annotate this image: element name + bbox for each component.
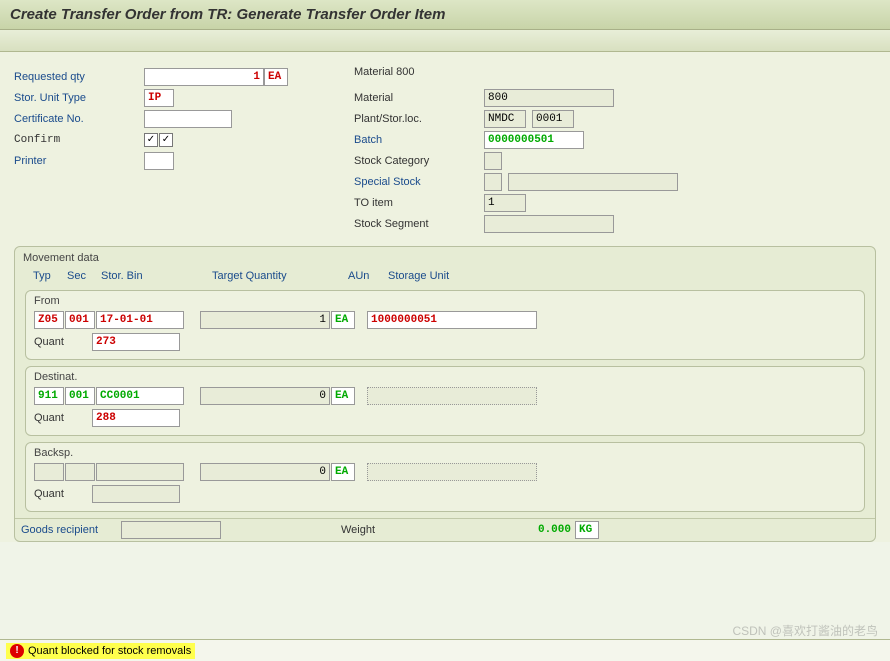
special-stock-label: Special Stock	[354, 176, 484, 188]
from-title: From	[34, 295, 856, 307]
special-stock-field	[484, 173, 502, 191]
material-field	[484, 89, 614, 107]
movement-data-title: Movement data	[15, 247, 875, 268]
batch-field[interactable]	[484, 131, 584, 149]
backsp-subgroup: Backsp. Quant	[25, 442, 865, 512]
to-item-field	[484, 194, 526, 212]
error-icon: !	[10, 644, 24, 658]
movement-data-group: Movement data Typ Sec Stor. Bin Target Q…	[14, 246, 876, 542]
confirm-label: Confirm	[14, 134, 144, 146]
dest-sec-field[interactable]	[65, 387, 95, 405]
header-form: Requested qty Stor. Unit Type Certificat…	[14, 66, 876, 234]
printer-label: Printer	[14, 155, 144, 167]
dest-uom-field[interactable]	[331, 387, 355, 405]
plant-sloc-label: Plant/Stor.loc.	[354, 113, 484, 125]
dest-typ-field[interactable]	[34, 387, 64, 405]
back-sec-field	[65, 463, 95, 481]
back-bin-field	[96, 463, 184, 481]
status-bar: ! Quant blocked for stock removals	[0, 639, 890, 661]
hdr-aun: AUn	[348, 270, 382, 282]
movement-headers: Typ Sec Stor. Bin Target Quantity AUn St…	[15, 268, 875, 286]
right-column: Material 800 Material Plant/Stor.loc. Ba…	[354, 66, 876, 234]
back-uom-field[interactable]	[331, 463, 355, 481]
movement-footer: Goods recipient Weight 0.000	[15, 518, 875, 541]
stock-segment-label: Stock Segment	[354, 218, 484, 230]
confirm-check-2[interactable]: ✓	[159, 133, 173, 147]
status-message: Quant blocked for stock removals	[28, 645, 191, 657]
hdr-typ: Typ	[33, 270, 61, 282]
printer-field[interactable]	[144, 152, 174, 170]
from-quant-label: Quant	[34, 336, 92, 348]
title-bar: Create Transfer Order from TR: Generate …	[0, 0, 890, 30]
stock-category-field	[484, 152, 502, 170]
weight-label: Weight	[341, 524, 461, 536]
from-typ-field[interactable]	[34, 311, 64, 329]
content-area: Requested qty Stor. Unit Type Certificat…	[0, 52, 890, 542]
requested-qty-uom-field[interactable]	[264, 68, 288, 86]
special-stock-ref-field	[508, 173, 678, 191]
dest-quant-label: Quant	[34, 412, 92, 424]
dest-title: Destinat.	[34, 371, 856, 383]
from-qty-field	[200, 311, 330, 329]
weight-uom-field[interactable]	[575, 521, 599, 539]
to-item-label: TO item	[354, 197, 484, 209]
watermark-text: CSDN @喜欢打酱油的老鸟	[732, 622, 878, 639]
hdr-target-qty: Target Quantity	[212, 270, 342, 282]
dest-subgroup: Destinat. Quant	[25, 366, 865, 436]
backsp-title: Backsp.	[34, 447, 856, 459]
dest-quant-field[interactable]	[92, 409, 180, 427]
from-sec-field[interactable]	[65, 311, 95, 329]
stock-category-label: Stock Category	[354, 155, 484, 167]
batch-label: Batch	[354, 134, 484, 146]
left-column: Requested qty Stor. Unit Type Certificat…	[14, 66, 344, 234]
certificate-no-label: Certificate No.	[14, 113, 144, 125]
confirm-check-1[interactable]: ✓	[144, 133, 158, 147]
back-quant-label: Quant	[34, 488, 92, 500]
requested-qty-label: Requested qty	[14, 71, 144, 83]
dest-bin-field[interactable]	[96, 387, 184, 405]
stor-unit-type-label: Stor. Unit Type	[14, 92, 144, 104]
sloc-field	[532, 110, 574, 128]
dest-su-field	[367, 387, 537, 405]
back-quant-field	[92, 485, 180, 503]
stock-segment-field	[484, 215, 614, 233]
requested-qty-field[interactable]	[144, 68, 264, 86]
toolbar	[0, 30, 890, 52]
material-desc: Material 800	[354, 66, 484, 78]
back-qty-field	[200, 463, 330, 481]
back-typ-field	[34, 463, 64, 481]
from-subgroup: From Quant	[25, 290, 865, 360]
material-label: Material	[354, 92, 484, 104]
from-quant-field[interactable]	[92, 333, 180, 351]
from-uom-field[interactable]	[331, 311, 355, 329]
hdr-sec: Sec	[67, 270, 95, 282]
weight-value: 0.000	[461, 524, 571, 536]
from-bin-field[interactable]	[96, 311, 184, 329]
page-title: Create Transfer Order from TR: Generate …	[10, 6, 880, 23]
error-banner: ! Quant blocked for stock removals	[6, 643, 195, 659]
dest-qty-field	[200, 387, 330, 405]
hdr-storage-unit: Storage Unit	[388, 270, 449, 282]
back-su-field	[367, 463, 537, 481]
goods-recipient-label: Goods recipient	[21, 524, 121, 536]
goods-recipient-field	[121, 521, 221, 539]
stor-unit-type-field[interactable]	[144, 89, 174, 107]
certificate-no-field[interactable]	[144, 110, 232, 128]
plant-field	[484, 110, 526, 128]
hdr-bin: Stor. Bin	[101, 270, 206, 282]
from-su-field[interactable]	[367, 311, 537, 329]
